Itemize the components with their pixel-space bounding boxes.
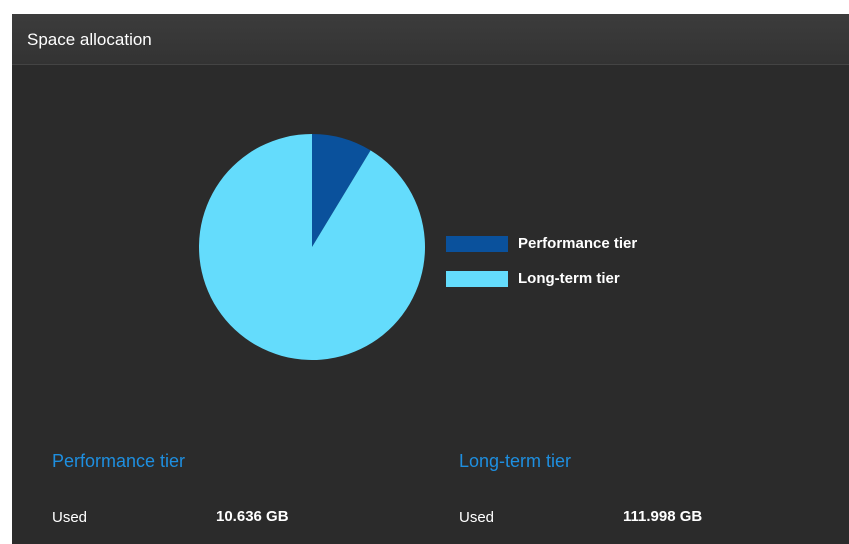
legend-label-long-term: Long-term tier [518,270,620,287]
panel-header: Space allocation [12,14,849,65]
performance-tier-summary: Performance tier Used 10.636 GB [52,444,412,544]
long-term-used-value: 111.998 GB [623,508,703,525]
long-term-tier-title: Long-term tier [459,451,572,471]
pie-slice-long-term-tier [199,134,425,360]
legend-swatch-performance [446,236,508,252]
long-term-used-label: Used [459,509,495,526]
pie-chart-area: Performance tier Long-term tier [12,65,849,445]
panel-title: Space allocation [27,30,152,49]
space-allocation-panel: Space allocation Performance tier Long-t… [12,14,849,544]
long-term-tier-summary: Long-term tier Used 111.998 GB [459,444,819,544]
legend-swatch-long-term [446,271,508,287]
performance-tier-title: Performance tier [52,451,186,471]
legend-label-performance: Performance tier [518,235,638,252]
performance-used-label: Used [52,509,88,526]
performance-used-value: 10.636 GB [216,508,289,525]
pie-chart [199,134,425,360]
